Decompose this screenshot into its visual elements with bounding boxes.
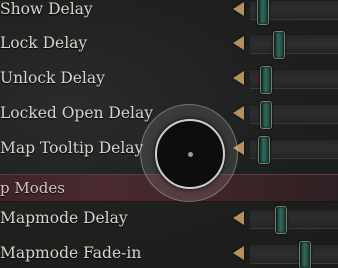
setting-label: Mapmode Fade-in bbox=[0, 244, 142, 262]
decrease-arrow-icon[interactable] bbox=[233, 211, 244, 225]
decrease-arrow-icon[interactable] bbox=[233, 106, 244, 120]
setting-label: Mapmode Delay bbox=[0, 209, 128, 227]
slider-handle[interactable] bbox=[272, 31, 285, 59]
decrease-arrow-icon[interactable] bbox=[233, 246, 244, 260]
setting-label: Map Tooltip Delay bbox=[0, 139, 144, 157]
setting-row-lock-delay: Lock Delay bbox=[0, 26, 338, 60]
setting-row-mapmode-fade-in: Mapmode Fade-in bbox=[0, 236, 338, 268]
setting-row-show-delay: Show Delay bbox=[0, 0, 338, 26]
setting-row-mapmode-delay: Mapmode Delay bbox=[0, 201, 338, 235]
decrease-arrow-icon[interactable] bbox=[233, 2, 244, 16]
setting-label: Show Delay bbox=[0, 0, 93, 18]
setting-label: Lock Delay bbox=[0, 34, 88, 52]
section-header-label: p Modes bbox=[0, 179, 65, 197]
slider-handle[interactable] bbox=[260, 101, 273, 129]
cursor-inner-icon bbox=[155, 119, 225, 189]
cursor-ring-icon bbox=[140, 104, 238, 202]
slider-track[interactable] bbox=[250, 241, 338, 268]
decrease-arrow-icon[interactable] bbox=[233, 71, 244, 85]
decrease-arrow-icon[interactable] bbox=[233, 36, 244, 50]
slider-track[interactable] bbox=[250, 0, 338, 25]
slider-handle[interactable] bbox=[299, 241, 311, 268]
setting-label: Locked Open Delay bbox=[0, 104, 153, 122]
slider-handle[interactable] bbox=[260, 66, 273, 94]
slider-handle[interactable] bbox=[256, 0, 269, 25]
slider-track[interactable] bbox=[250, 31, 338, 59]
setting-label: Unlock Delay bbox=[0, 69, 105, 87]
setting-row-unlock-delay: Unlock Delay bbox=[0, 61, 338, 95]
slider-handle[interactable] bbox=[274, 206, 287, 234]
slider-track[interactable] bbox=[250, 101, 338, 129]
cursor-dot-icon bbox=[188, 152, 193, 157]
slider-track[interactable] bbox=[250, 136, 338, 164]
slider-handle[interactable] bbox=[257, 136, 270, 164]
slider-track[interactable] bbox=[250, 206, 338, 234]
slider-track[interactable] bbox=[250, 66, 338, 94]
